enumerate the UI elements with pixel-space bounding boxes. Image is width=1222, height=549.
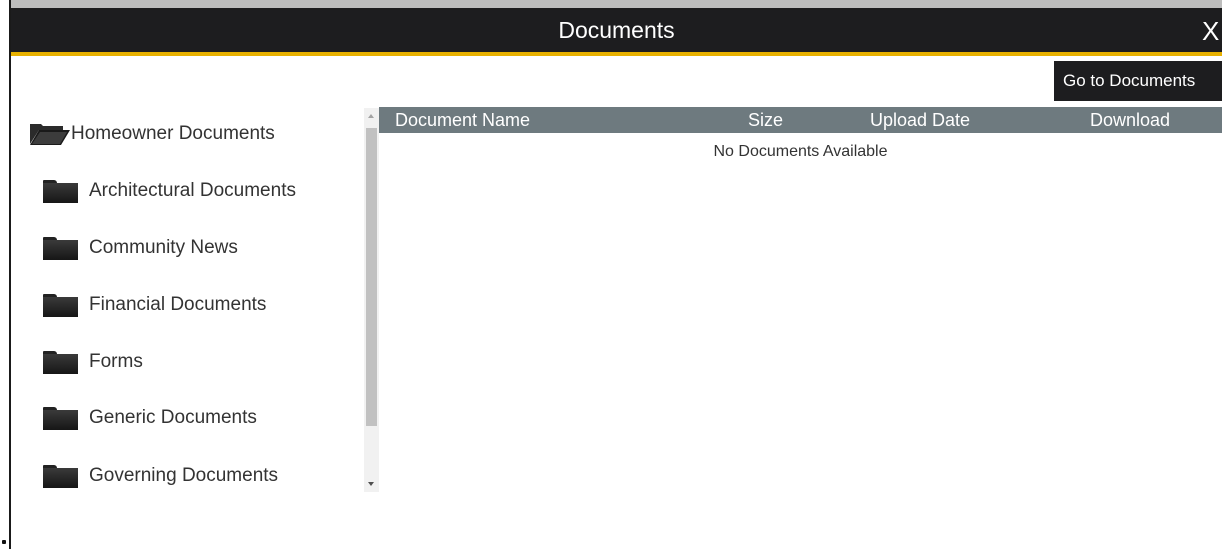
tree-item-label: Forms (89, 351, 143, 372)
tree-item-community-news[interactable]: Community News (43, 235, 238, 261)
folder-icon (43, 350, 78, 374)
folder-icon (43, 464, 78, 488)
column-header-upload-date[interactable]: Upload Date (870, 110, 970, 131)
tree-item-governing-documents[interactable]: Governing Documents (43, 463, 278, 489)
scroll-down-arrow-icon[interactable] (368, 482, 374, 486)
stray-dot (2, 540, 6, 544)
scrollbar-thumb[interactable] (366, 128, 377, 426)
folder-icon (43, 236, 78, 260)
dialog-title: Documents (558, 17, 675, 43)
documents-grid-header: Document Name Size Upload Date Download (379, 107, 1222, 133)
tree-root-label: Homeowner Documents (71, 123, 275, 144)
folder-icon (43, 179, 78, 203)
tree-item-label: Generic Documents (89, 407, 257, 428)
column-header-document-name[interactable]: Document Name (395, 110, 530, 131)
tree-scrollbar[interactable] (364, 108, 379, 492)
tree-item-financial-documents[interactable]: Financial Documents (43, 292, 266, 318)
tree-item-generic-documents[interactable]: Generic Documents (43, 405, 257, 431)
tree-item-label: Community News (89, 237, 238, 258)
documents-grid-body: No Documents Available (379, 143, 1222, 161)
tree-item-forms[interactable]: Forms (43, 349, 143, 375)
column-header-size[interactable]: Size (748, 110, 783, 131)
close-button[interactable]: X (1202, 16, 1222, 46)
tree-root-homeowner-documents[interactable]: Homeowner Documents (29, 120, 275, 148)
tree-item-label: Governing Documents (89, 465, 279, 486)
tree-item-label: Financial Documents (89, 294, 267, 315)
folder-icon (43, 406, 78, 430)
tree-item-architectural-documents[interactable]: Architectural Documents (43, 178, 296, 204)
empty-message: No Documents Available (713, 143, 888, 160)
folder-icon (43, 293, 78, 317)
scroll-up-arrow-icon[interactable] (368, 114, 374, 118)
folder-tree: Homeowner Documents Architectural Docume… (11, 108, 363, 492)
folder-open-icon (30, 124, 70, 145)
go-to-documents-button[interactable]: Go to Documents (1054, 61, 1222, 101)
window-top-border (9, 0, 1222, 8)
column-header-download[interactable]: Download (1090, 110, 1170, 131)
dialog-titlebar: Documents X (11, 8, 1222, 56)
tree-item-label: Architectural Documents (89, 180, 296, 201)
